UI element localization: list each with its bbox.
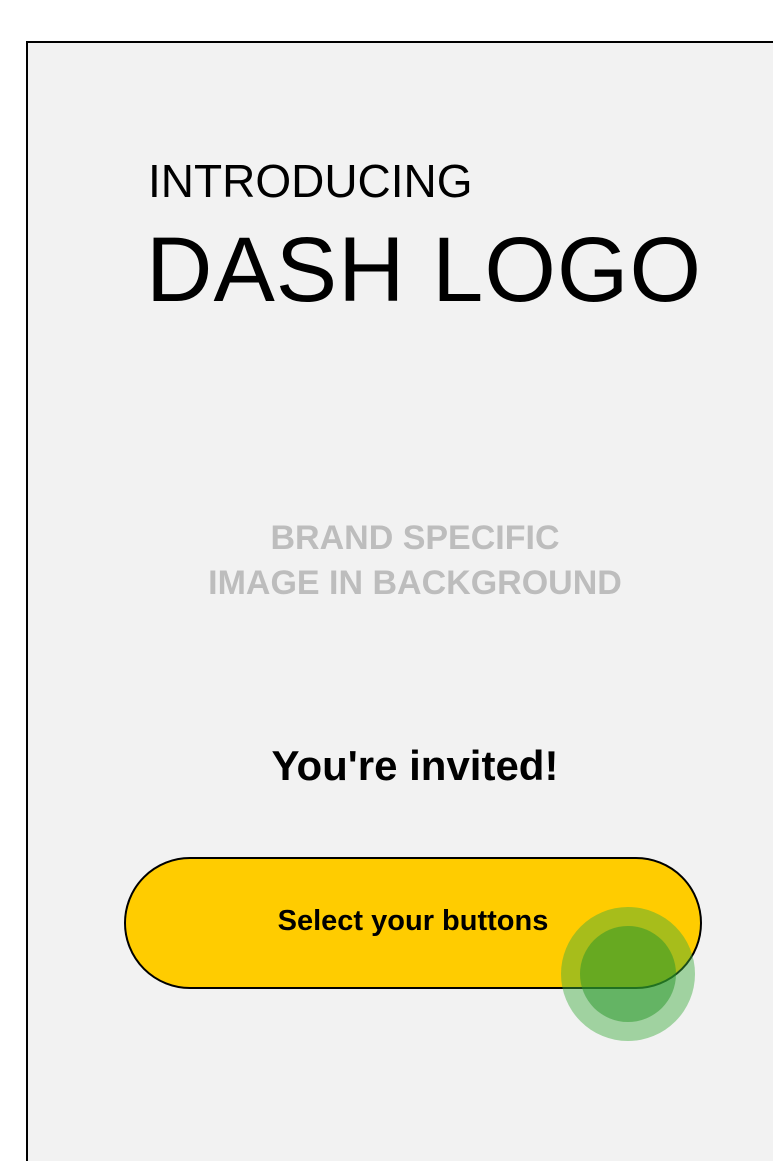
background-image-placeholder: BRAND SPECIFIC IMAGE IN BACKGROUND [150, 516, 680, 606]
intro-eyebrow: INTRODUCING [148, 155, 473, 207]
background-placeholder-line1: BRAND SPECIFIC [270, 519, 560, 557]
background-placeholder-line2: IMAGE IN BACKGROUND [208, 564, 622, 602]
select-buttons-button[interactable]: Select your buttons [124, 857, 702, 989]
invite-message: You're invited! [271, 742, 559, 789]
select-buttons-label: Select your buttons [277, 904, 549, 937]
brand-logo-title: DASH LOGO [146, 219, 703, 321]
